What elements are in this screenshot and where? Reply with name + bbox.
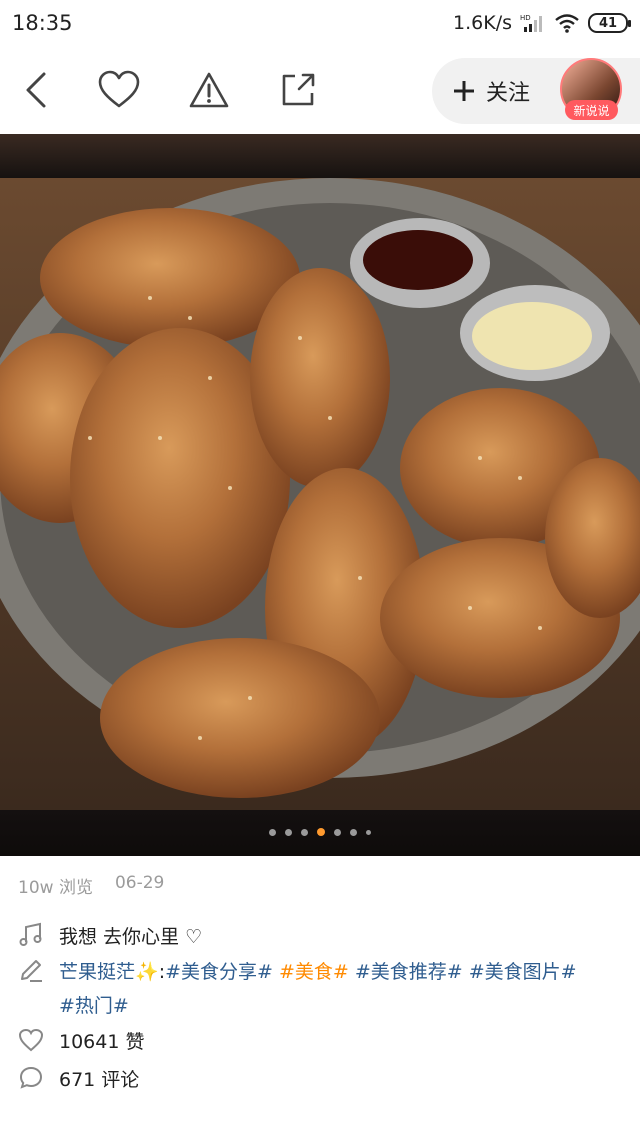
signal-icon: HD: [520, 14, 542, 32]
comments-row[interactable]: 671 评论: [18, 1063, 139, 1097]
back-icon[interactable]: [12, 66, 62, 114]
comment-icon: [19, 1066, 43, 1089]
caption-row: 芒果挺茫✨:#美食分享# #美食# #美食推荐# #美食图片# #热门#: [18, 955, 629, 1023]
music-row[interactable]: 我想 去你心里 ♡: [18, 920, 202, 954]
page-indicator: [0, 828, 640, 836]
page-dot[interactable]: [285, 828, 292, 836]
page-dot-active[interactable]: [317, 828, 325, 836]
like-count: 10641 赞: [59, 1031, 145, 1053]
status-bar: 18:35 1.6K/s HD 41: [0, 0, 640, 46]
photo-gallery[interactable]: [0, 134, 640, 856]
caption-text: 芒果挺茫✨:#美食分享# #美食# #美食推荐# #美食图片# #热门#: [59, 955, 629, 1023]
follow-label: 关注: [486, 81, 531, 106]
pen-icon: [21, 960, 42, 982]
warning-icon[interactable]: [184, 66, 234, 114]
post-date: 06-29: [114, 873, 165, 893]
svg-text:HD: HD: [520, 14, 531, 22]
avatar-badge: 新说说: [565, 100, 618, 120]
page-dot[interactable]: [366, 829, 371, 835]
comment-count: 671 评论: [59, 1069, 140, 1091]
music-note-icon: [19, 922, 42, 946]
view-count: 10w 浏览: [18, 878, 93, 898]
battery-indicator: 41: [588, 13, 631, 33]
status-indicators: 1.6K/s HD 41: [453, 12, 631, 34]
status-time: 18:35: [12, 11, 73, 35]
net-speed: 1.6K/s: [453, 12, 512, 34]
follow-button[interactable]: 关注: [452, 58, 530, 124]
hashtag-link[interactable]: #热门#: [59, 995, 129, 1017]
plus-icon: [454, 81, 474, 101]
photo-letterbox-top: [0, 134, 640, 178]
post-meta: 10w 浏览 06-29: [18, 873, 164, 898]
heart-outline-icon: [18, 1028, 44, 1052]
wifi-icon: [555, 14, 579, 33]
page-dot[interactable]: [269, 828, 276, 836]
page-dot[interactable]: [301, 828, 308, 836]
hashtag-link[interactable]: #美食#: [279, 961, 349, 983]
hashtag-link[interactable]: #美食分享#: [165, 961, 273, 983]
sparkle-emoji: ✨: [135, 961, 159, 983]
top-toolbar: 关注: [0, 46, 640, 134]
food-photo: [0, 178, 640, 810]
music-title: 我想 去你心里 ♡: [59, 926, 203, 948]
author-name[interactable]: 芒果挺茫: [59, 961, 135, 983]
share-icon[interactable]: [273, 66, 323, 114]
likes-row[interactable]: 10641 赞: [18, 1025, 144, 1059]
hashtag-link[interactable]: #美食推荐#: [355, 961, 463, 983]
hashtag-link[interactable]: #美食图片#: [469, 961, 577, 983]
page-dot[interactable]: [350, 828, 357, 836]
heart-icon[interactable]: [94, 66, 144, 114]
page-dot[interactable]: [334, 828, 341, 836]
